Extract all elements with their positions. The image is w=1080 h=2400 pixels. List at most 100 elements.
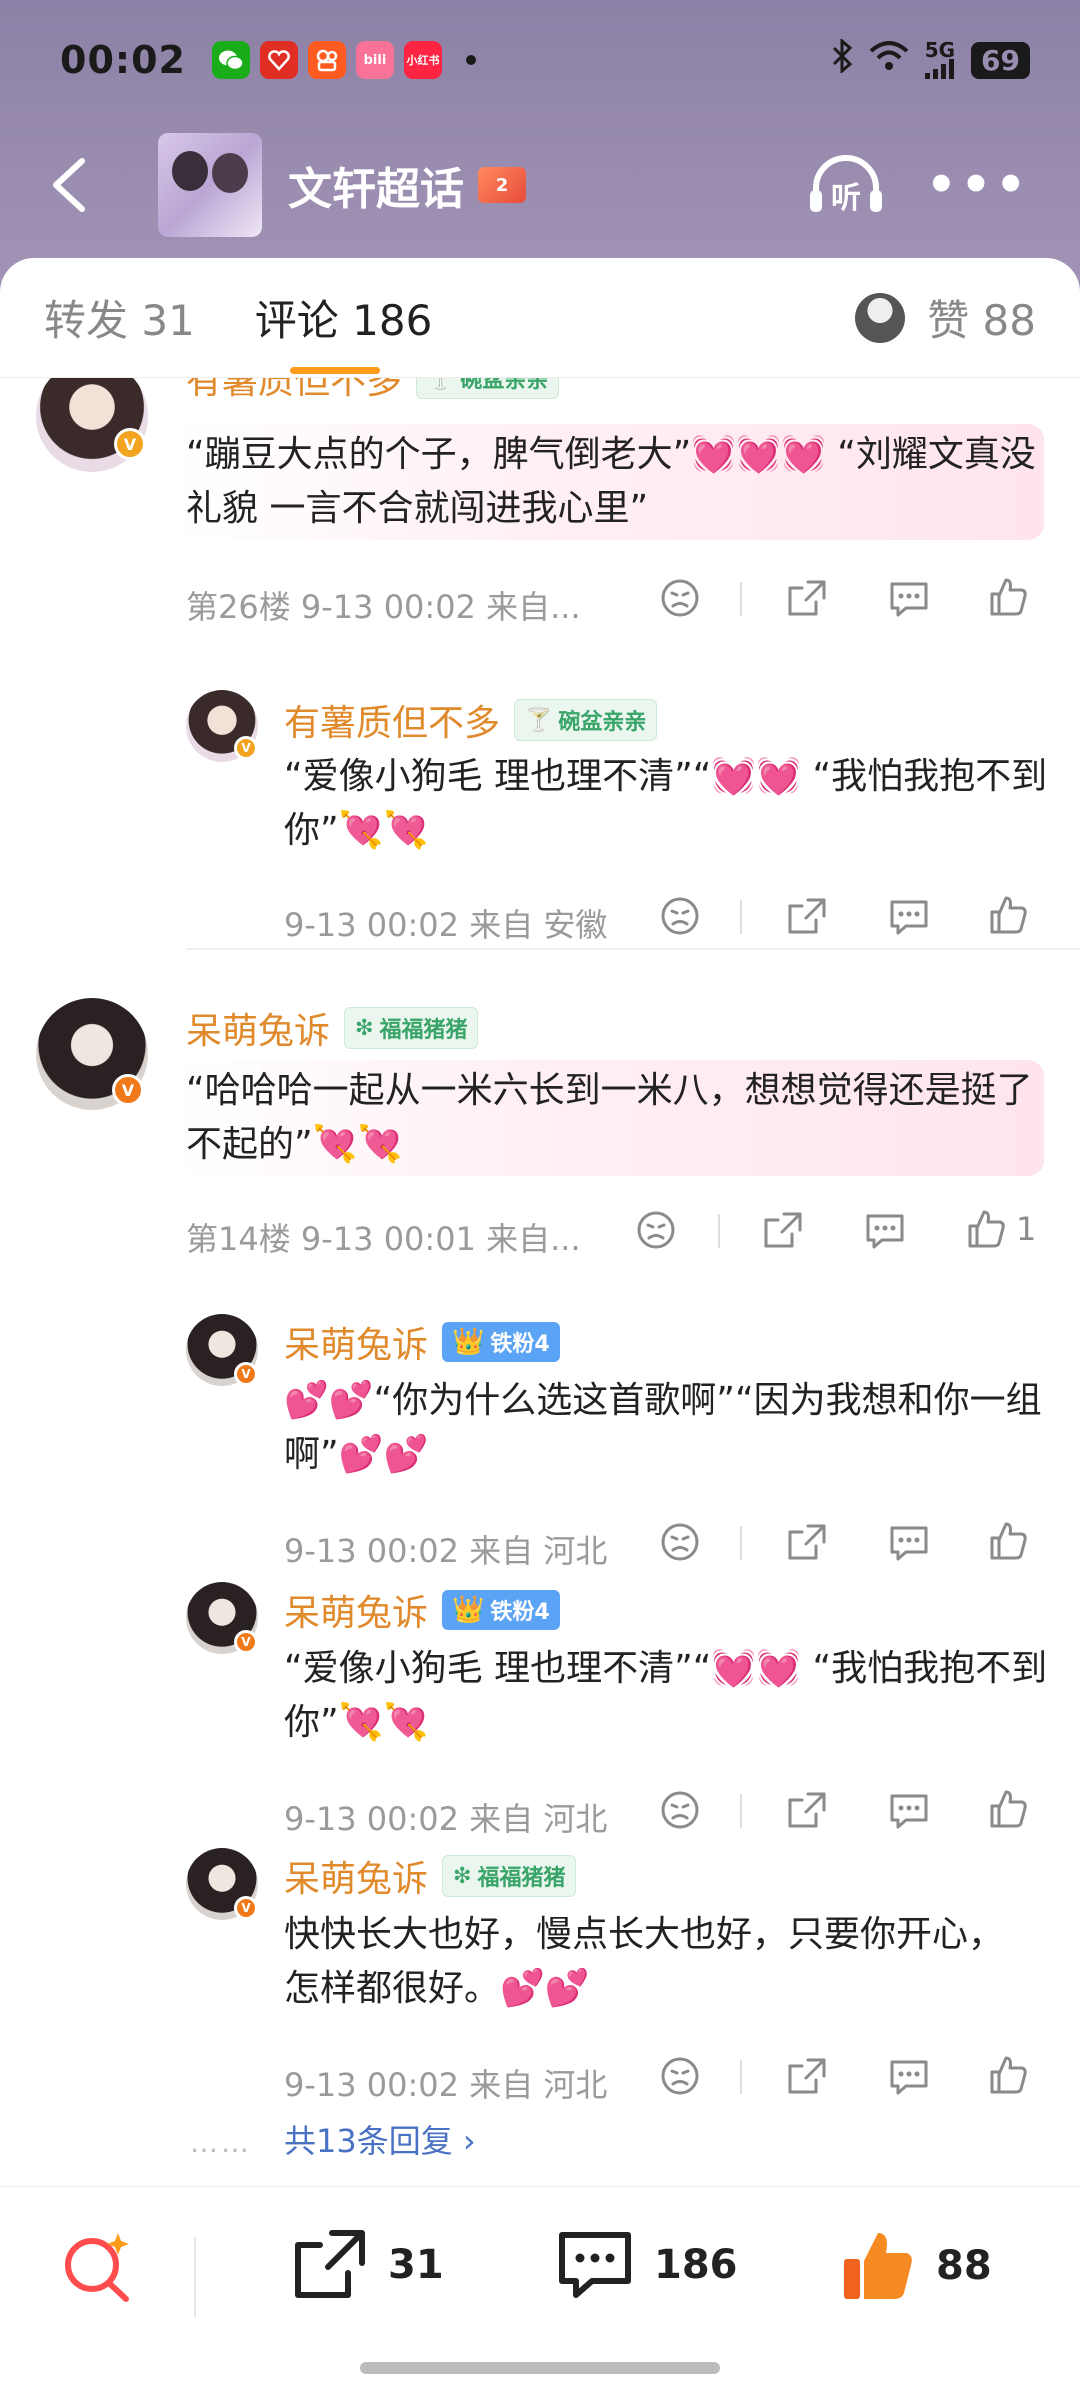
fan-tag: 🍸 碗盆亲亲 <box>416 378 560 399</box>
verified-badge-icon: V <box>114 428 146 460</box>
reply-username[interactable]: 呆萌兔诉 ❇ 福福猪猪 <box>284 1850 577 1902</box>
comment-username[interactable]: 有薯质但不多 🍸 碗盆亲亲 <box>186 378 560 404</box>
wechat-icon <box>211 41 250 79</box>
tab-comments[interactable]: 评论 186 <box>255 287 432 374</box>
comments-sheet: 转发 31 评论 186 赞 88 V 有薯质但不多 🍸 碗盆亲亲 “蹦豆大点的个… <box>0 258 1080 2400</box>
action-divider <box>740 900 742 934</box>
repost-count: 31 <box>388 2242 444 2288</box>
level-badge-icon: 2 <box>478 167 526 203</box>
comment-icon <box>559 2232 631 2298</box>
reply-meta: 9-13 00:02 来自 河北 <box>284 1532 608 1570</box>
like-icon[interactable] <box>988 1520 1028 1562</box>
cocktail-icon: 🍸 <box>427 378 455 391</box>
share-icon[interactable] <box>786 578 828 618</box>
dislike-icon[interactable] <box>660 2056 700 2096</box>
back-button[interactable] <box>38 155 98 215</box>
status-bar: 00:02 bili 小红书 5G 69 <box>60 30 1030 90</box>
reply-icon[interactable] <box>888 1790 930 1830</box>
signal-icon: 5G <box>925 40 955 79</box>
like-icon[interactable] <box>988 576 1028 618</box>
reply-icon[interactable] <box>888 578 930 618</box>
share-icon[interactable] <box>786 1790 828 1830</box>
dislike-icon[interactable] <box>636 1210 676 1250</box>
tab-likes[interactable]: 赞 88 <box>855 287 1036 348</box>
repost-icon <box>295 2230 365 2298</box>
clover-icon: ❇ <box>355 1015 374 1041</box>
thumbs-up-filled-icon <box>844 2233 912 2299</box>
like-icon[interactable] <box>988 2054 1028 2096</box>
bilibili-icon: bili <box>355 41 394 79</box>
more-options-icon[interactable]: ••• <box>926 157 1030 213</box>
verified-badge-icon: V <box>112 1074 144 1106</box>
topic-title[interactable]: 文轩超话 <box>288 153 464 217</box>
reply-text: “爱像小狗毛 理也理不清”“💓💓 “我怕我抱不到你”💘💘 <box>284 756 1048 851</box>
tab-repost[interactable]: 转发 31 <box>44 287 195 348</box>
comment-item: V 呆萌兔诉 ❇ 福福猪猪 “哈哈哈一起从一米六长到一米八，想想觉得还是挺了不起的… <box>0 998 1080 1298</box>
fan-tag: ❇ 福福猪猪 <box>442 1855 577 1897</box>
cocktail-icon: 🍸 <box>525 707 553 733</box>
comment-meta: 第14楼 9-13 00:01 来自... <box>186 1220 581 1258</box>
reply-meta: 9-13 00:02 来自 河北 <box>284 2066 608 2104</box>
reply-item: V 呆萌兔诉 👑 铁粉4 “爱像小狗毛 理也理不清”“💓💓 “我怕我抱不到你”💘💘… <box>0 1582 1080 1848</box>
share-icon[interactable] <box>762 1210 804 1250</box>
reply-icon[interactable] <box>888 896 930 936</box>
header: 00:02 bili 小红书 5G 69 文轩超话 2 听 ••• <box>0 0 1080 300</box>
notification-icons: bili 小红书 <box>211 41 476 79</box>
reply-text: 快快长大也好，慢点长大也好，只要你开心，怎样都很好。💕💕 <box>284 1914 1005 2009</box>
fan-level-tag: 👑 铁粉4 <box>442 1322 560 1362</box>
crown-icon: 👑 <box>452 1327 485 1357</box>
reply-username[interactable]: 呆萌兔诉 👑 铁粉4 <box>284 1316 560 1368</box>
share-icon[interactable] <box>786 2056 828 2096</box>
clover-icon: ❇ <box>453 1863 472 1889</box>
reply-username[interactable]: 呆萌兔诉 👑 铁粉4 <box>284 1584 560 1636</box>
view-more-replies-link[interactable]: 共13条回复 › <box>284 2116 476 2162</box>
reply-icon[interactable] <box>888 1522 930 1562</box>
reply-item: V 呆萌兔诉 👑 铁粉4 💕💕“你为什么选这首歌啊”“因为我想和你一组啊”💕💕 9… <box>0 1314 1080 1580</box>
like-count: 88 <box>936 2243 992 2289</box>
pinduoduo-icon <box>259 41 298 79</box>
more-dots: …… <box>190 2126 252 2159</box>
crown-icon: 👑 <box>452 1595 485 1625</box>
reply-username[interactable]: 有薯质但不多 🍸 碗盆亲亲 <box>284 694 658 746</box>
home-indicator[interactable] <box>360 2362 720 2374</box>
like-icon[interactable] <box>988 894 1028 936</box>
more-notifications-dot <box>465 55 476 65</box>
reply-icon[interactable] <box>864 1210 906 1250</box>
topic-avatar[interactable] <box>158 133 262 237</box>
comment-text: “哈哈哈一起从一米六长到一米八，想想觉得还是挺了不起的”💘💘 <box>178 1060 1044 1176</box>
comment-username[interactable]: 呆萌兔诉 ❇ 福福猪猪 <box>186 1002 479 1054</box>
share-icon[interactable] <box>786 1522 828 1562</box>
comment-button[interactable]: 186 <box>556 2227 738 2303</box>
like-button[interactable]: 88 <box>840 2227 992 2305</box>
share-icon[interactable] <box>786 896 828 936</box>
verified-badge-icon: V <box>234 1630 258 1654</box>
status-time: 00:02 <box>60 38 186 82</box>
like-count: 1 <box>1016 1210 1037 1248</box>
dislike-icon[interactable] <box>660 1522 700 1562</box>
reply-meta: 9-13 00:02 来自 安徽 <box>284 906 608 944</box>
battery-indicator: 69 <box>971 41 1030 79</box>
reply-icon[interactable] <box>888 2056 930 2096</box>
wifi-icon <box>869 41 909 79</box>
search-sparkle-icon <box>65 2233 129 2302</box>
status-right: 5G 69 <box>831 37 1030 81</box>
verified-badge-icon: V <box>234 736 258 760</box>
repost-button[interactable]: 31 <box>292 2227 444 2303</box>
search-button[interactable] <box>60 2227 136 2307</box>
bluetooth-icon <box>831 37 853 81</box>
dislike-icon[interactable] <box>660 578 700 618</box>
reply-text: 💕💕“你为什么选这首歌啊”“因为我想和你一组啊”💕💕 <box>284 1380 1042 1475</box>
action-divider <box>718 1214 720 1248</box>
listen-label: 听 <box>830 181 861 216</box>
tab-bar: 转发 31 评论 186 赞 88 <box>0 258 1080 378</box>
action-divider <box>740 2060 742 2094</box>
xiaohongshu-icon: 小红书 <box>403 41 442 79</box>
verified-badge-icon: V <box>234 1362 258 1386</box>
listen-button[interactable]: 听 <box>806 150 886 220</box>
reply-text: “爱像小狗毛 理也理不清”“💓💓 “我怕我抱不到你”💘💘 <box>284 1648 1048 1743</box>
like-icon[interactable] <box>988 1788 1028 1830</box>
dislike-icon[interactable] <box>660 896 700 936</box>
like-button[interactable]: 1 <box>966 1208 1036 1250</box>
dislike-icon[interactable] <box>660 1790 700 1830</box>
bar-divider <box>194 2237 196 2317</box>
